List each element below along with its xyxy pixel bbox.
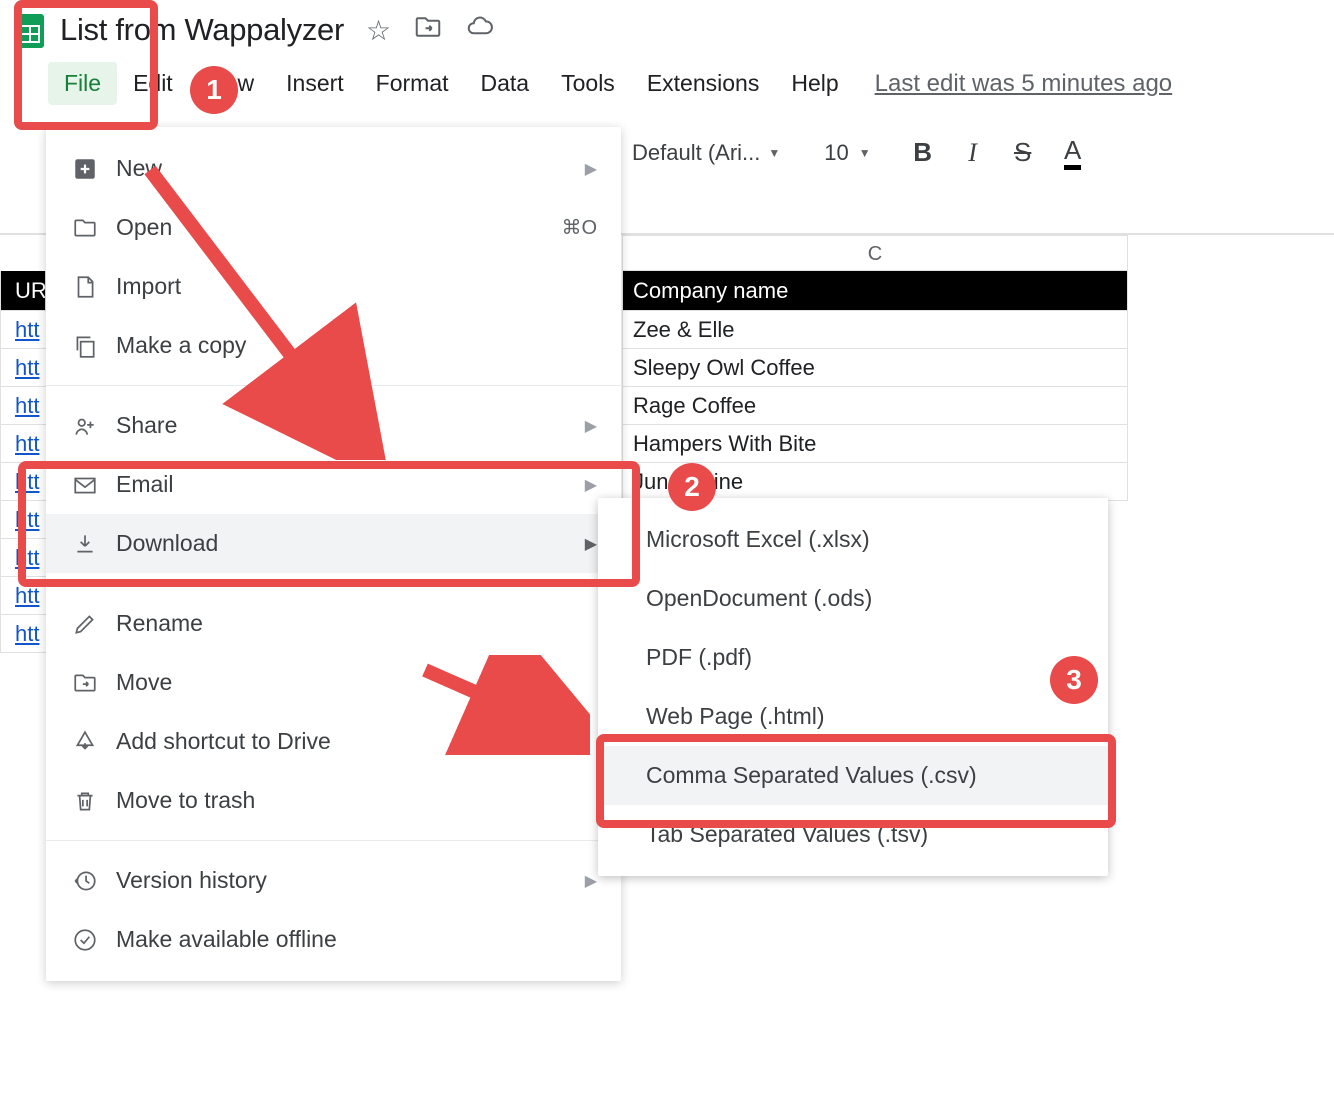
divider <box>46 840 621 841</box>
download-ods[interactable]: OpenDocument (.ods) <box>598 569 1108 628</box>
move-icon <box>70 670 100 696</box>
keyboard-shortcut: ⌘O <box>561 215 597 240</box>
menu-move-trash[interactable]: Move to trash <box>46 771 621 830</box>
plus-icon <box>70 156 100 182</box>
table-row[interactable]: htt <box>0 577 46 615</box>
text-color-button[interactable]: A <box>1055 135 1091 170</box>
menu-label: Email <box>116 471 174 498</box>
strikethrough-button[interactable]: S <box>1005 137 1041 168</box>
divider <box>46 583 621 584</box>
table-row[interactable]: Zee & Elle <box>622 311 1128 349</box>
menu-rename[interactable]: Rename <box>46 594 621 653</box>
table-row[interactable]: htt <box>0 387 46 425</box>
table-row[interactable]: Hampers With Bite <box>622 425 1128 463</box>
menu-label: Make available offline <box>116 926 337 953</box>
last-edit-link[interactable]: Last edit was 5 minutes ago <box>875 70 1173 98</box>
sheets-logo-icon <box>10 10 50 50</box>
menu-email[interactable]: Email ▶ <box>46 455 621 514</box>
cell-header[interactable]: URL <box>0 271 46 311</box>
drive-shortcut-icon <box>70 729 100 755</box>
download-tsv[interactable]: Tab Separated Values (.tsv) <box>598 805 1108 864</box>
history-icon <box>70 868 100 894</box>
chevron-down-icon: ▼ <box>859 146 871 160</box>
download-xlsx[interactable]: Microsoft Excel (.xlsx) <box>598 510 1108 569</box>
menu-extensions[interactable]: Extensions <box>631 62 776 105</box>
pencil-icon <box>70 611 100 637</box>
table-row[interactable]: htt <box>0 615 46 653</box>
annotation-arrow-icon <box>410 655 590 755</box>
menu-label: Move <box>116 669 172 696</box>
menu-label: Move to trash <box>116 787 255 814</box>
menu-label: Download <box>116 530 218 557</box>
move-folder-icon[interactable] <box>413 12 443 49</box>
annotation-badge: 3 <box>1050 656 1098 704</box>
table-row[interactable]: htt <box>0 501 46 539</box>
menu-edit[interactable]: Edit <box>117 62 189 105</box>
star-icon[interactable]: ☆ <box>366 14 391 47</box>
download-html[interactable]: Web Page (.html) <box>598 687 1108 746</box>
menu-help[interactable]: Help <box>775 62 854 105</box>
table-row[interactable]: Sleepy Owl Coffee <box>622 349 1128 387</box>
copy-icon <box>70 333 100 359</box>
font-size-select[interactable]: 10 ▼ <box>824 140 870 166</box>
document-title[interactable]: List from Wappalyzer <box>60 12 344 48</box>
chevron-right-icon: ▶ <box>585 534 597 554</box>
download-icon <box>70 531 100 557</box>
cloud-status-icon[interactable] <box>465 12 495 49</box>
table-row[interactable]: htt <box>0 539 46 577</box>
email-icon <box>70 472 100 498</box>
menu-label: Add shortcut to Drive <box>116 728 331 755</box>
table-row[interactable]: htt <box>0 349 46 387</box>
table-row[interactable]: htt <box>0 425 46 463</box>
download-submenu: Microsoft Excel (.xlsx) OpenDocument (.o… <box>598 498 1108 876</box>
table-row[interactable]: htt <box>0 311 46 349</box>
chevron-right-icon: ▶ <box>585 416 597 436</box>
chevron-right-icon: ▶ <box>585 871 597 891</box>
italic-button[interactable]: I <box>955 138 991 168</box>
import-icon <box>70 274 100 300</box>
column-header[interactable]: C <box>622 235 1128 271</box>
annotation-badge: 2 <box>668 463 716 511</box>
menu-label: Version history <box>116 867 267 894</box>
share-icon <box>70 413 100 439</box>
font-size-label: 10 <box>824 140 848 166</box>
menu-data[interactable]: Data <box>465 62 546 105</box>
table-row[interactable]: htt <box>0 463 46 501</box>
menu-file[interactable]: File <box>48 62 117 105</box>
download-csv[interactable]: Comma Separated Values (.csv) <box>598 746 1108 805</box>
font-name-select[interactable]: Default (Ari... ▼ <box>632 140 780 166</box>
offline-icon <box>70 927 100 953</box>
annotation-badge: 1 <box>190 66 238 114</box>
chevron-right-icon: ▶ <box>585 475 597 495</box>
font-name-label: Default (Ari... <box>632 140 760 166</box>
menu-label: Rename <box>116 610 203 637</box>
download-pdf[interactable]: PDF (.pdf) <box>598 628 1108 687</box>
chevron-down-icon: ▼ <box>768 146 780 160</box>
cell-header[interactable]: Company name <box>622 271 1128 311</box>
menu-version-history[interactable]: Version history ▶ <box>46 851 621 910</box>
folder-icon <box>70 215 100 241</box>
chevron-right-icon: ▶ <box>585 159 597 179</box>
menu-format[interactable]: Format <box>360 62 465 105</box>
table-row[interactable]: Rage Coffee <box>622 387 1128 425</box>
trash-icon <box>70 788 100 814</box>
bold-button[interactable]: B <box>905 137 941 168</box>
menu-tools[interactable]: Tools <box>545 62 631 105</box>
menu-download[interactable]: Download ▶ <box>46 514 621 573</box>
menu-insert[interactable]: Insert <box>270 62 360 105</box>
annotation-arrow-icon <box>130 150 390 460</box>
menu-available-offline[interactable]: Make available offline <box>46 910 621 969</box>
